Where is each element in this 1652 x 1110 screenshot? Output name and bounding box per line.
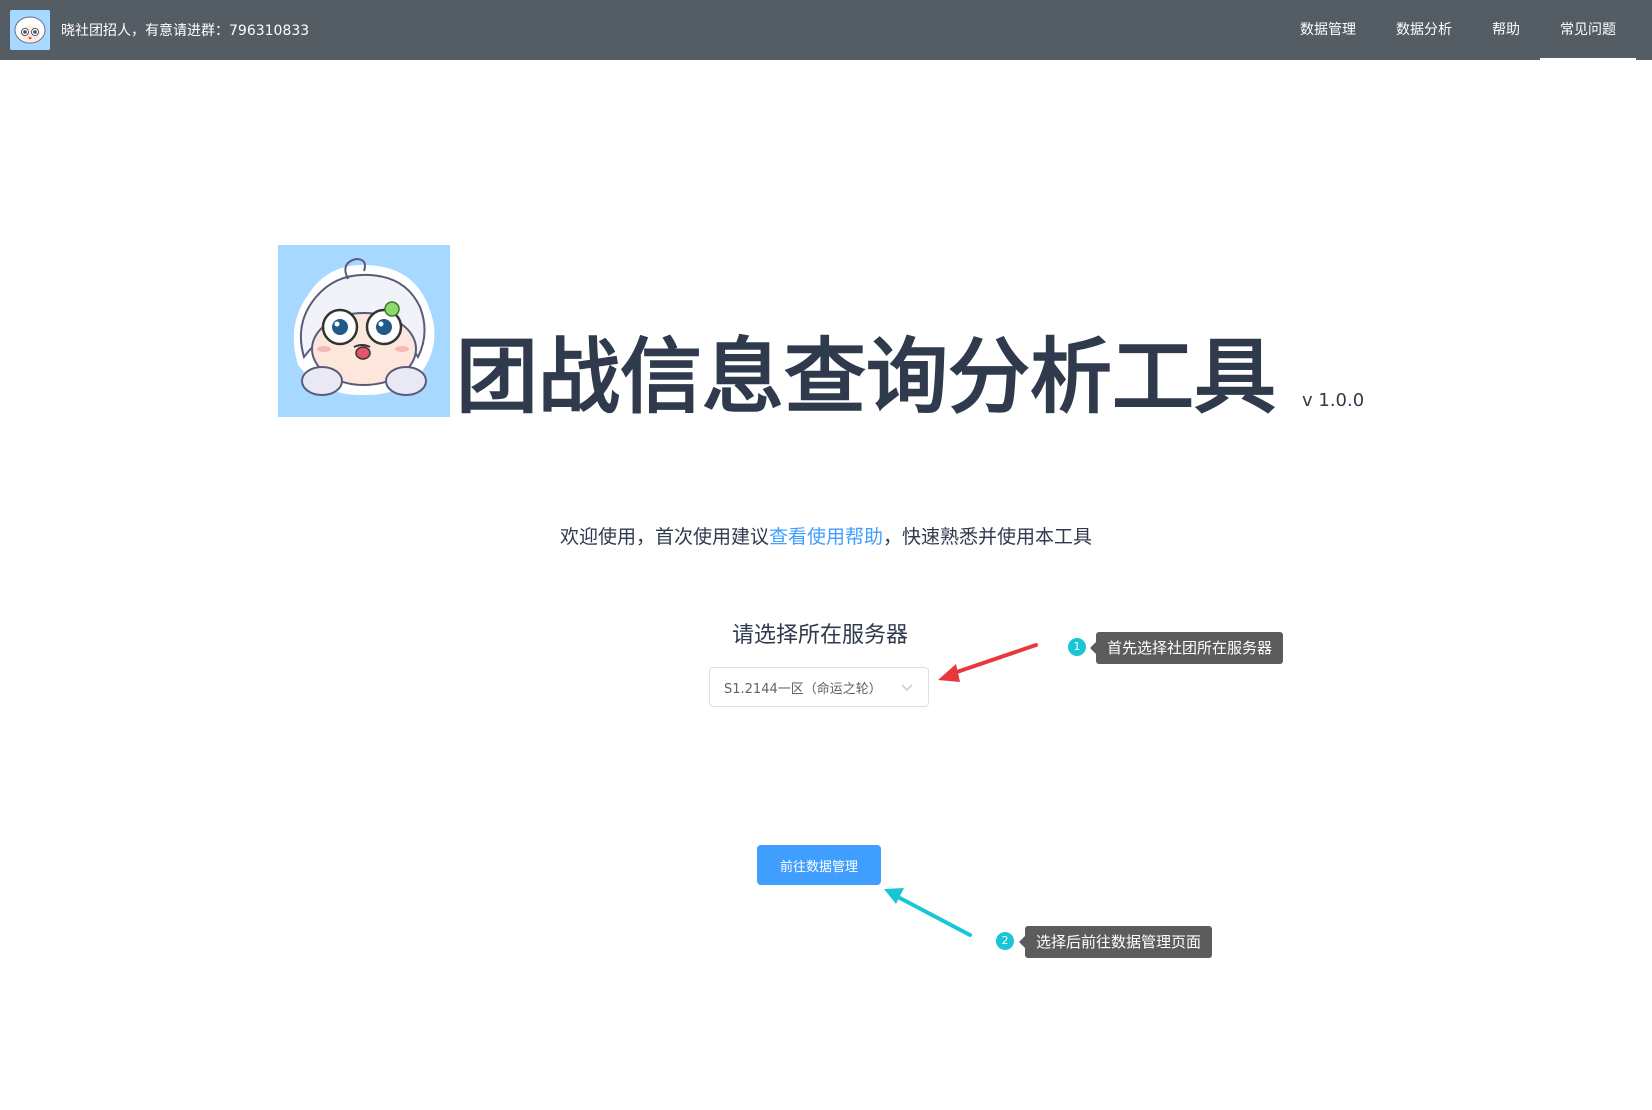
main-nav: 数据管理 数据分析 帮助 常见问题	[1280, 0, 1636, 60]
page-title: 团战信息查询分析工具	[456, 330, 1277, 425]
mascot-face-icon	[278, 245, 450, 417]
welcome-text: 欢迎使用，首次使用建议查看使用帮助，快速熟悉并使用本工具	[0, 522, 1652, 549]
recruit-banner-text: 晓社团招人，有意请进群：796310833	[61, 23, 310, 39]
arrow-to-button-icon	[896, 895, 972, 937]
top-navbar: 晓社团招人，有意请进群：796310833 数据管理 数据分析 帮助 常见问题	[0, 0, 1652, 60]
arrow-head-teal-icon	[884, 888, 904, 904]
nav-item-faq[interactable]: 常见问题	[1540, 0, 1636, 60]
nav-item-data-management[interactable]: 数据管理	[1280, 0, 1376, 60]
welcome-prefix: 欢迎使用，首次使用建议	[559, 526, 769, 548]
avatar	[10, 10, 50, 50]
arrow-head-red-icon	[938, 664, 960, 682]
step-2-tooltip: 选择后前往数据管理页面	[1018, 926, 1213, 958]
server-select[interactable]: S1.2144一区（命运之轮）	[709, 667, 929, 707]
server-select-value: S1.2144一区（命运之轮）	[724, 682, 882, 697]
step-1-tooltip: 首先选择社团所在服务器	[1089, 632, 1284, 664]
go-data-management-button[interactable]: 前往数据管理	[757, 845, 881, 885]
nav-item-help[interactable]: 帮助	[1472, 0, 1540, 60]
arrow-to-select-icon	[946, 643, 1038, 677]
server-select-label: 请选择所在服务器	[731, 623, 908, 648]
step-1-badge: 1	[1068, 638, 1086, 656]
mascot-icon	[10, 10, 50, 50]
hero-logo	[278, 245, 450, 417]
annotation-arrows	[884, 643, 1038, 937]
chevron-down-icon	[901, 684, 913, 691]
nav-item-data-analysis[interactable]: 数据分析	[1376, 0, 1472, 60]
welcome-suffix: ，快速熟悉并使用本工具	[883, 526, 1093, 548]
help-link[interactable]: 查看使用帮助	[769, 526, 883, 548]
step-2-badge: 2	[996, 932, 1014, 950]
version-label: v 1.0.0	[1302, 390, 1365, 411]
